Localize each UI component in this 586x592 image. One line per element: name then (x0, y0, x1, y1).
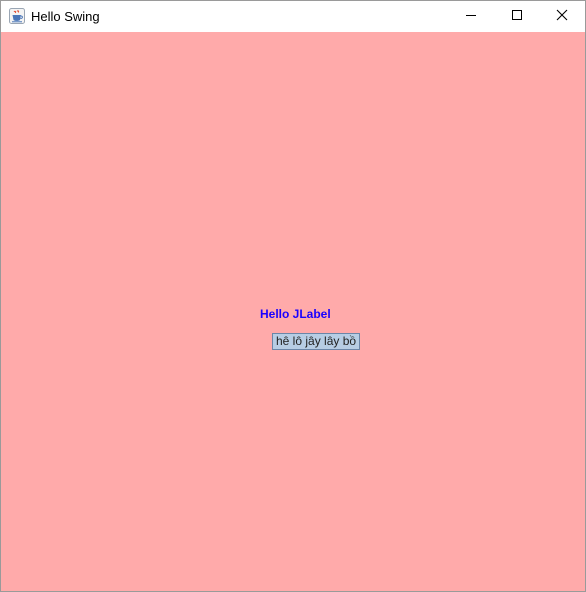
window-title: Hello Swing (31, 9, 100, 24)
content-pane: Hello JLabel hê lô jây lây bồ (1, 32, 585, 591)
close-icon (556, 8, 568, 26)
minimize-icon (465, 8, 477, 26)
hello-label: Hello JLabel (260, 307, 331, 321)
java-cup-icon (9, 8, 25, 24)
title-bar[interactable]: Hello Swing (1, 1, 585, 32)
minimize-button[interactable] (448, 1, 494, 32)
close-button[interactable] (539, 1, 585, 32)
greeting-button[interactable]: hê lô jây lây bồ (272, 333, 361, 350)
maximize-icon (511, 8, 523, 26)
app-window: Hello Swing Hello JLabel hê lô jây lây b… (0, 0, 586, 592)
maximize-button[interactable] (494, 1, 540, 32)
